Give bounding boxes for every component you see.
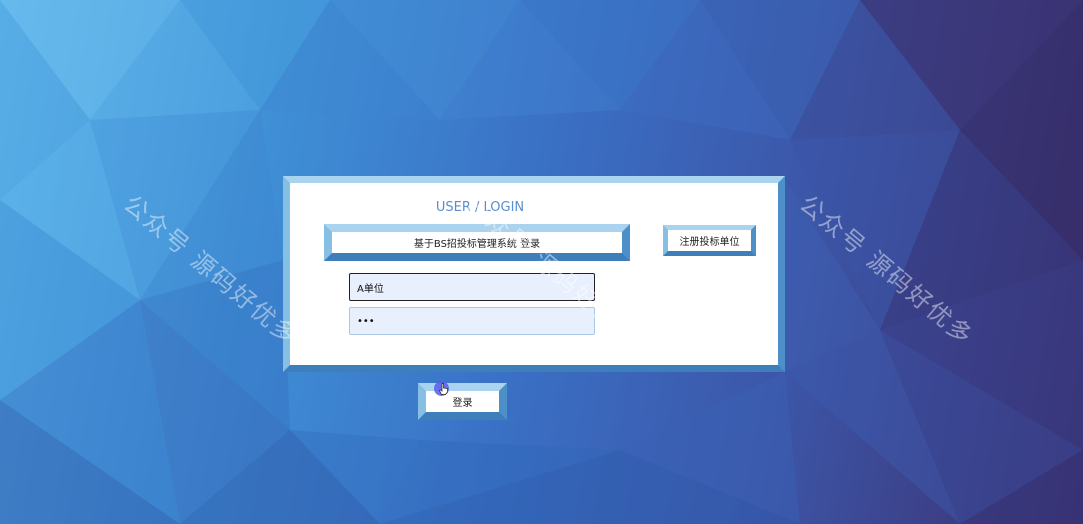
login-button[interactable]: 登录 bbox=[418, 383, 507, 420]
hand-pointer-icon bbox=[439, 383, 448, 398]
system-name-box: 基于BS招投标管理系统 登录 bbox=[324, 224, 630, 261]
system-name-label: 基于BS招投标管理系统 登录 bbox=[413, 239, 541, 250]
register-bidder-button[interactable]: 注册投标单位 bbox=[663, 225, 756, 256]
password-input[interactable] bbox=[349, 307, 595, 335]
username-input[interactable] bbox=[349, 273, 595, 301]
login-title: USER / LOGIN bbox=[435, 200, 525, 215]
register-bidder-label: 注册投标单位 bbox=[679, 237, 740, 248]
login-button-label: 登录 bbox=[452, 398, 473, 409]
login-panel: USER / LOGIN 基于BS招投标管理系统 登录 注册投标单位 bbox=[283, 176, 785, 372]
